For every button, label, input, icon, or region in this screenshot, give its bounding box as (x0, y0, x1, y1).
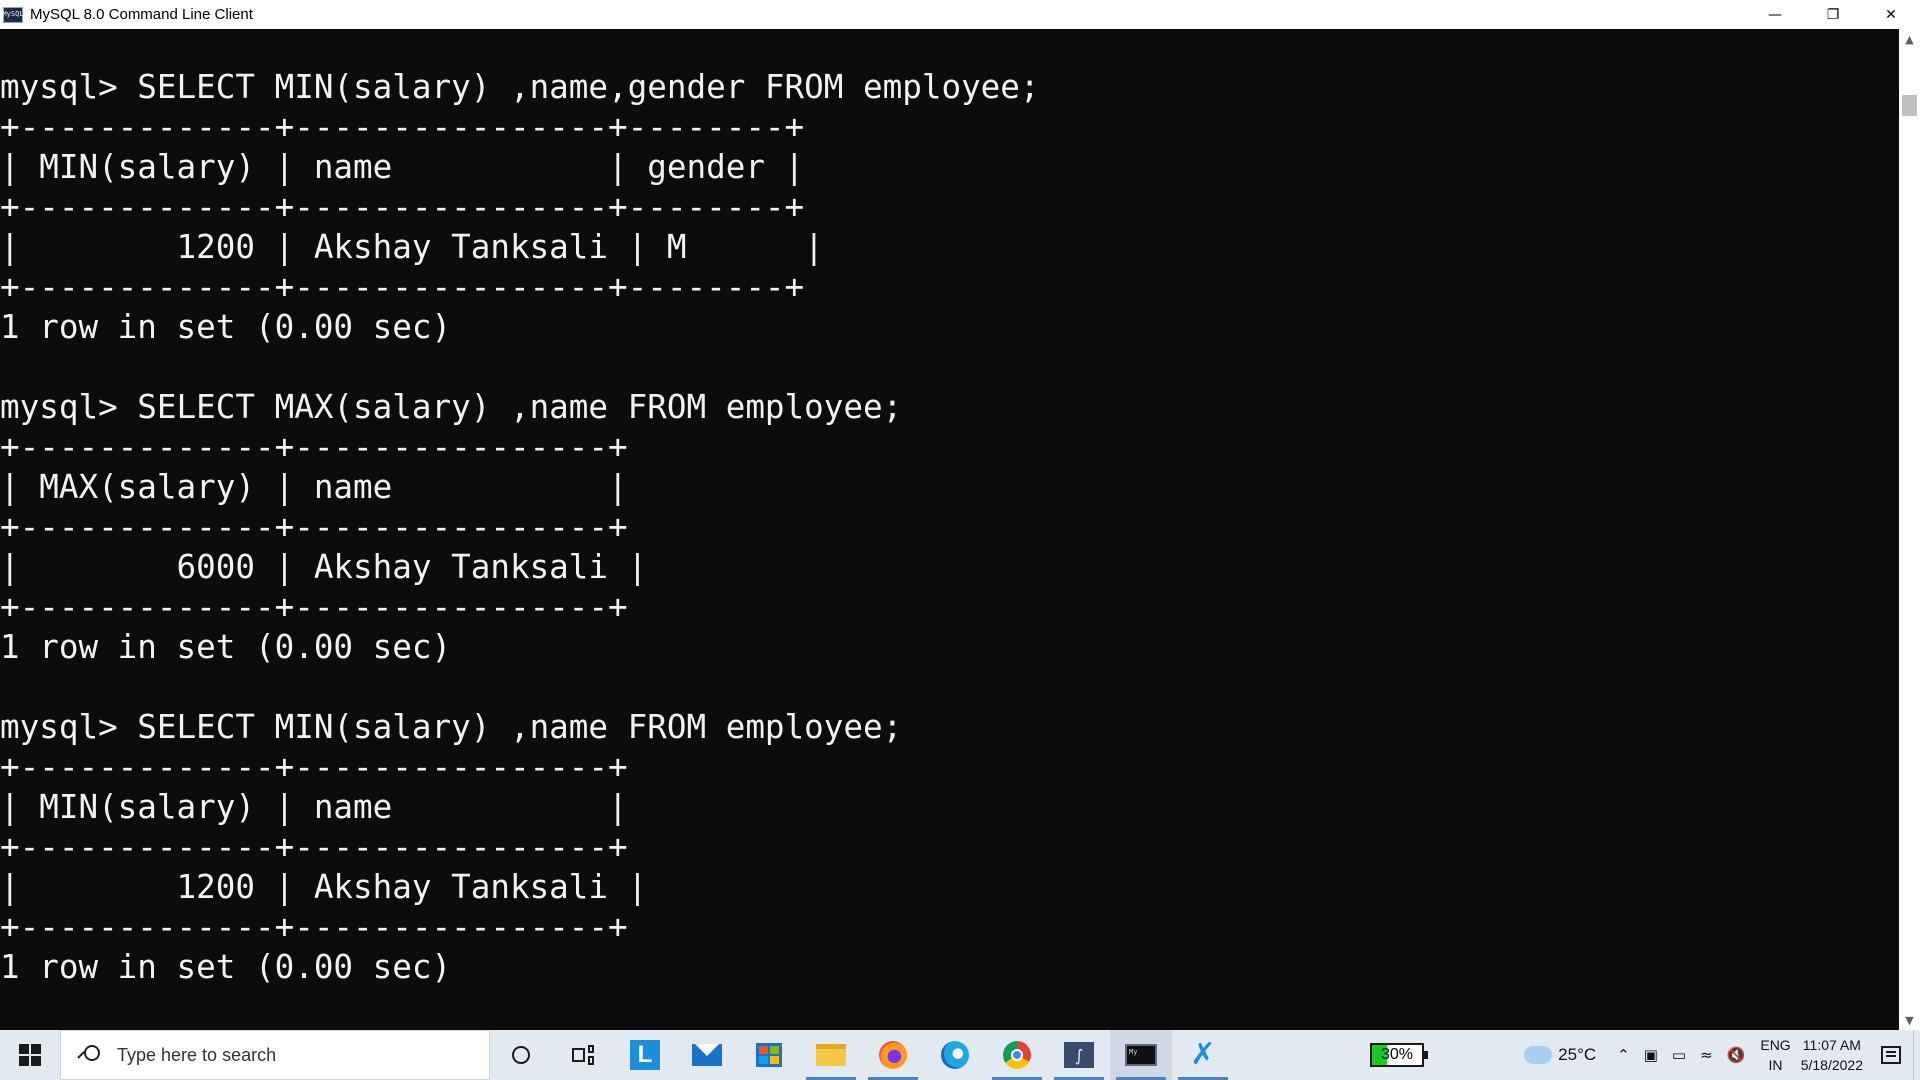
language-code: ENG (1760, 1037, 1791, 1053)
firefox-button[interactable] (862, 1030, 924, 1080)
microsoft-store-button[interactable] (738, 1030, 800, 1080)
console-line: +-------------+----------------+ (0, 908, 628, 946)
search-placeholder: Type here to search (117, 1044, 277, 1065)
console-line: 1 row in set (0.00 sec) (0, 628, 452, 666)
window-controls: — ❐ ✕ (1746, 0, 1920, 29)
taskbar-search-box[interactable]: Type here to search (60, 1030, 490, 1080)
search-icon (77, 1043, 101, 1067)
mail-icon (692, 1044, 722, 1066)
minimize-icon: — (1768, 6, 1782, 23)
console-text: mysql> SELECT MIN(salary) ,name,gender F… (0, 67, 1040, 987)
console-line: | MIN(salary) | name | gender | (0, 148, 805, 186)
mysql-workbench-button[interactable]: ∫ (1048, 1030, 1110, 1080)
vscode-button[interactable]: ✗ (1172, 1030, 1234, 1080)
console-line: +-------------+----------------+ (0, 428, 628, 466)
console-line: 1 row in set (0.00 sec) (0, 308, 452, 346)
task-view-icon (572, 1045, 594, 1065)
cortana-icon (512, 1046, 530, 1064)
console-line: | 1200 | Akshay Tanksali | M | (0, 228, 824, 266)
edge-button[interactable] (924, 1030, 986, 1080)
clock-time: 11:07 AM (1802, 1037, 1861, 1053)
microsoft-store-icon (756, 1043, 782, 1067)
scroll-thumb[interactable] (1902, 95, 1917, 116)
restore-icon: ❐ (1826, 6, 1840, 23)
console-line: +-------------+----------------+--------… (0, 108, 805, 146)
console-line: 1 row in set (0.00 sec) (0, 948, 452, 986)
console-line: | 1200 | Akshay Tanksali | (0, 868, 648, 906)
edge-icon (941, 1041, 969, 1069)
file-explorer-button[interactable] (800, 1030, 862, 1080)
mysql-app-icon: MySQL (2, 6, 24, 23)
close-button[interactable]: ✕ (1862, 0, 1920, 29)
console-line: +-------------+----------------+ (0, 748, 628, 786)
battery-percent: 30% (1370, 1043, 1428, 1067)
battery-icon[interactable]: ▭ (1672, 1046, 1686, 1064)
notification-center-icon[interactable] (1881, 1046, 1901, 1064)
scroll-up-icon[interactable]: ▲ (1899, 29, 1920, 49)
temperature[interactable]: 25°C (1558, 1045, 1596, 1065)
cloud-icon[interactable] (1524, 1046, 1553, 1064)
task-view-button[interactable] (552, 1030, 614, 1080)
mysql-workbench-icon: ∫ (1064, 1042, 1094, 1068)
title-bar[interactable]: MySQL MySQL 8.0 Command Line Client — ❐ … (0, 0, 1920, 29)
cortana-button[interactable] (490, 1030, 552, 1080)
window-title: MySQL 8.0 Command Line Client (30, 6, 253, 23)
clock[interactable]: 11:07 AM 5/18/2022 (1801, 1035, 1863, 1075)
chrome-icon (1003, 1041, 1031, 1069)
console-line: | MIN(salary) | name | (0, 788, 628, 826)
app-icon-label: MySQL (2, 10, 24, 18)
file-explorer-icon (816, 1044, 846, 1066)
start-button[interactable] (0, 1030, 60, 1080)
console-line: mysql> SELECT MAX(salary) ,name FROM emp… (0, 388, 903, 426)
console-line: +-------------+----------------+--------… (0, 188, 805, 226)
vscode-icon: ✗ (1190, 1037, 1216, 1072)
console-line: | MAX(salary) | name | (0, 468, 628, 506)
mysql-client-window: MySQL MySQL 8.0 Command Line Client — ❐ … (0, 0, 1920, 1030)
meet-now-icon[interactable]: ▣ (1644, 1046, 1658, 1064)
firefox-icon (879, 1041, 907, 1069)
wifi-icon[interactable]: ≈ (1700, 1046, 1713, 1064)
battery-widget[interactable]: 30% (1366, 1037, 1428, 1073)
console-line: +-------------+----------------+ (0, 508, 628, 546)
learning-app-icon: L (630, 1040, 660, 1070)
volume-muted-icon[interactable]: 🔇 (1727, 1046, 1746, 1064)
console-line: | 6000 | Akshay Tanksali | (0, 548, 648, 586)
windows-logo-icon (19, 1044, 41, 1066)
mysql-cli-button[interactable]: My (1110, 1030, 1172, 1080)
clock-date: 5/18/2022 (1800, 1057, 1863, 1073)
console-line: +-------------+----------------+ (0, 588, 628, 626)
system-tray: 25°C ⌃ ▣ ▭ ≈ 🔇 ENG IN 11:07 AM 5/18/2022 (1524, 1030, 1920, 1080)
show-desktop-button[interactable] (1913, 1030, 1920, 1080)
console-line: +-------------+----------------+ (0, 828, 628, 866)
scroll-down-icon[interactable]: ▼ (1899, 1010, 1920, 1030)
console-line: mysql> SELECT MIN(salary) ,name,gender F… (0, 68, 1040, 106)
console-line: +-------------+----------------+--------… (0, 268, 805, 306)
mysql-cli-icon: My (1125, 1044, 1157, 1066)
close-icon: ✕ (1885, 6, 1897, 23)
restore-button[interactable]: ❐ (1804, 0, 1862, 29)
minimize-button[interactable]: — (1746, 0, 1804, 29)
vertical-scrollbar[interactable]: ▲ ▼ (1899, 29, 1920, 1030)
taskbar: Type here to search L ∫ My ✗ 30% 25°C ⌃ … (0, 1030, 1920, 1080)
chrome-button[interactable] (986, 1030, 1048, 1080)
console-output[interactable]: mysql> SELECT MIN(salary) ,name,gender F… (0, 29, 1899, 1030)
show-hidden-icons-icon[interactable]: ⌃ (1617, 1046, 1630, 1064)
language-region: IN (1768, 1057, 1783, 1073)
mail-button[interactable] (676, 1030, 738, 1080)
learning-app-button[interactable]: L (614, 1030, 676, 1080)
input-language[interactable]: ENG IN (1760, 1035, 1790, 1075)
console-line: mysql> SELECT MIN(salary) ,name FROM emp… (0, 708, 903, 746)
